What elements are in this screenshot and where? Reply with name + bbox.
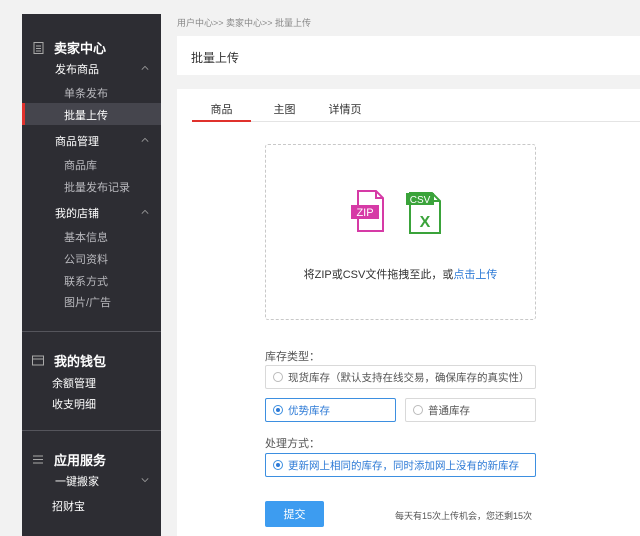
click-upload-link[interactable]: 点击上传 — [453, 269, 497, 281]
zip-label: ZIP — [356, 207, 373, 219]
sidebar-item-contact[interactable]: 联系方式 — [64, 273, 108, 289]
sidebar-item-balance[interactable]: 余额管理 — [52, 375, 96, 391]
sidebar-section-title: 卖家中心 — [54, 41, 107, 56]
sidebar-item-batch-records[interactable]: 批量发布记录 — [64, 179, 130, 195]
sidebar-group-shop[interactable]: 我的店铺 — [55, 205, 99, 221]
sidebar-item-images-ads[interactable]: 图片/广告 — [64, 294, 111, 310]
tab-main-image[interactable]: 主图 — [272, 101, 297, 122]
csv-file-icon: CSV X — [406, 192, 441, 234]
sidebar-section-seller-center[interactable]: 卖家中心 — [32, 38, 106, 57]
breadcrumb[interactable]: 用户中心>> 卖家中心>> 批量上传 — [177, 16, 311, 29]
sidebar: 卖家中心 发布商品 单条发布 批量上传 商品管理 商品库 批量发布记录 我的店铺… — [22, 14, 161, 536]
sidebar-item-transactions[interactable]: 收支明细 — [52, 396, 96, 412]
chevron-up-icon[interactable] — [141, 208, 149, 216]
sidebar-section-title: 应用服务 — [54, 453, 107, 468]
radio-icon — [273, 372, 283, 382]
chevron-up-icon[interactable] — [141, 136, 149, 144]
sidebar-group-publish[interactable]: 发布商品 — [55, 61, 99, 77]
sidebar-item-goods-library[interactable]: 商品库 — [64, 157, 97, 173]
upload-panel: 商品 主图 详情页 ZIP CSV X 将ZIP或CSV文件拖拽至此，或点击上传… — [177, 89, 640, 536]
tab-goods[interactable]: 商品 — [192, 101, 251, 122]
handling-label: 处理方式： — [265, 438, 320, 450]
radio-checked-icon — [273, 405, 283, 415]
csv-mark: X — [420, 214, 431, 231]
dropzone-hint: 将ZIP或CSV文件拖拽至此，或点击上传 — [266, 266, 535, 282]
document-icon — [32, 41, 44, 54]
wallet-icon — [32, 355, 44, 367]
submit-button[interactable]: 提交 — [265, 501, 324, 527]
file-dropzone[interactable]: ZIP CSV X 将ZIP或CSV文件拖拽至此，或点击上传 — [265, 144, 536, 320]
stock-option-spot[interactable]: 现货库存（默认支持在线交易，确保库存的真实性） — [265, 365, 536, 389]
chevron-down-icon[interactable] — [141, 476, 149, 484]
tab-detail-page[interactable]: 详情页 — [327, 101, 363, 122]
sidebar-section-title: 我的钱包 — [54, 354, 107, 369]
radio-checked-icon — [273, 460, 283, 470]
sidebar-active-indicator — [22, 103, 25, 125]
sidebar-item-single-publish[interactable]: 单条发布 — [64, 85, 108, 101]
sidebar-item-batch-upload[interactable]: 批量上传 — [64, 107, 108, 123]
sidebar-item-zhaocaibao[interactable]: 招财宝 — [52, 498, 85, 514]
chevron-up-icon[interactable] — [141, 64, 149, 72]
sidebar-group-one-click-move[interactable]: 一键搬家 — [55, 473, 99, 489]
stock-option-label: 优势库存 — [288, 404, 330, 417]
sidebar-group-goods[interactable]: 商品管理 — [55, 133, 99, 149]
upload-quota-note: 每天有15次上传机会，您还剩15次 — [395, 511, 533, 521]
stock-type-label: 库存类型： — [265, 351, 320, 363]
stock-option-label: 现货库存（默认支持在线交易，确保库存的真实性） — [288, 371, 530, 384]
handling-option-label: 更新网上相同的库存，同时添加网上没有的新库存 — [288, 459, 519, 472]
sidebar-divider — [22, 331, 161, 332]
radio-icon — [413, 405, 423, 415]
page-title: 批量上传 — [191, 51, 240, 65]
sidebar-item-basic-info[interactable]: 基本信息 — [64, 229, 108, 245]
sidebar-section-wallet[interactable]: 我的钱包 — [32, 351, 106, 370]
tab-bar: 商品 主图 详情页 — [192, 101, 640, 122]
handling-option-update[interactable]: 更新网上相同的库存，同时添加网上没有的新库存 — [265, 453, 536, 477]
sidebar-section-apps[interactable]: 应用服务 — [32, 450, 106, 469]
list-icon — [32, 454, 44, 466]
stock-option-normal[interactable]: 普通库存 — [405, 398, 536, 422]
csv-label: CSV — [410, 195, 431, 206]
sidebar-divider — [22, 430, 161, 431]
stock-option-advantage[interactable]: 优势库存 — [265, 398, 396, 422]
dropzone-hint-text: 将ZIP或CSV文件拖拽至此，或 — [303, 269, 454, 281]
stock-option-label: 普通库存 — [428, 404, 470, 417]
sidebar-item-company-info[interactable]: 公司资料 — [64, 251, 108, 267]
page-header: 批量上传 — [177, 36, 640, 75]
zip-file-icon: ZIP — [351, 190, 384, 232]
